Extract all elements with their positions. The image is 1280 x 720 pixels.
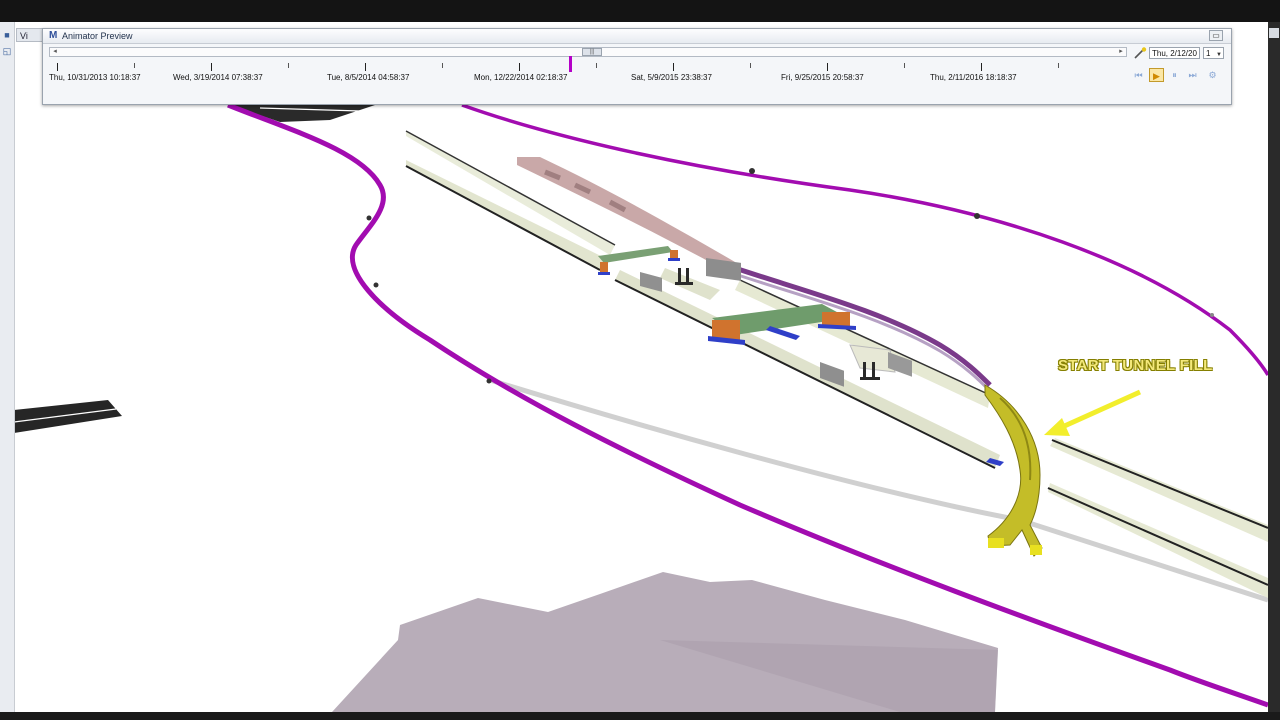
left-toolbar: ■ ◱ [0,22,15,712]
window-control-icon[interactable] [1269,28,1279,38]
view-icon[interactable]: ■ [2,30,12,40]
speed-value: 1 [1206,49,1211,58]
timeline-scroll-thumb[interactable]: ||| [582,48,602,56]
timeline-label: Thu, 10/31/2013 10:18:37 [49,73,141,82]
play-button[interactable]: ▶ [1149,68,1164,82]
tunnel-fill [984,384,1043,557]
current-date-field[interactable]: Thu, 2/12/20 [1149,47,1200,59]
annotation-arrow [1044,389,1142,436]
view-tools-icon[interactable]: ◱ [2,46,12,56]
chevron-down-icon: ▼ [1216,52,1222,58]
animator-preview-panel: M Animator Preview ▭ ◂ ||| ▸ Thu, 10/31/… [42,28,1232,105]
scroll-right-icon[interactable]: ▸ [1116,48,1126,56]
animator-restore-button[interactable]: ▭ [1209,30,1223,41]
rewind-icon[interactable]: ⏮ [1131,68,1146,82]
start-tunnel-fill-label: START TUNNEL FILL [1058,357,1213,374]
timeline-scrollbar[interactable]: ◂ ||| ▸ [49,47,1127,57]
speed-select[interactable]: 1 ▼ [1203,47,1224,59]
right-border [1268,22,1280,712]
timeline-label: Tue, 8/5/2014 04:58:37 [327,73,410,82]
wall-right-lower [615,270,1000,468]
road-segment-left [14,400,122,433]
alignment-outer [461,103,1268,376]
view-tab[interactable]: Vi [16,28,44,42]
timeline-label: Wed, 3/19/2014 07:38:37 [173,73,263,82]
scroll-left-icon[interactable]: ◂ [50,48,60,56]
timeline-ruler[interactable] [49,63,1127,71]
pause-icon[interactable]: ⏸ [1167,68,1182,82]
wall-east-upper [1050,438,1268,542]
timeline-current-marker[interactable] [569,56,572,72]
animator-title-bar[interactable]: M Animator Preview ▭ [43,29,1231,44]
timeline-label: Fri, 9/25/2015 20:58:37 [781,73,864,82]
timeline-label: Mon, 12/22/2014 02:18:37 [474,73,568,82]
app-title-bar [0,0,1280,22]
settings-icon[interactable]: ⚙ [1205,68,1220,82]
step-forward-icon[interactable]: ⏭ [1185,68,1200,82]
timeline-label: Thu, 2/11/2016 18:18:37 [930,73,1017,82]
magic-wand-icon[interactable] [1133,47,1147,59]
animator-logo-icon: M [49,30,58,41]
timeline-label: Sat, 5/9/2015 23:38:37 [631,73,712,82]
animator-title: Animator Preview [62,31,133,41]
